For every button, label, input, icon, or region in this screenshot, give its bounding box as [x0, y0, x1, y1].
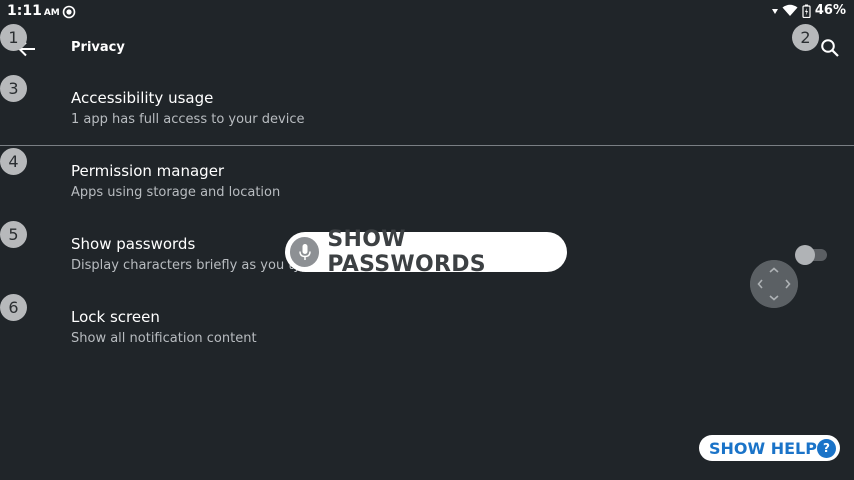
setting-lock-screen[interactable]: Lock screen Show all notification conten…	[0, 291, 854, 364]
status-right: 46%	[771, 3, 846, 18]
show-help-button[interactable]: SHOW HELP ?	[699, 435, 840, 461]
label-badge-2: 2	[792, 24, 819, 51]
status-bar: 1:11 AM 46%	[0, 0, 854, 24]
show-help-label: SHOW HELP	[709, 438, 817, 458]
label-badge-6: 6	[0, 294, 27, 321]
page-title: Privacy	[71, 40, 125, 55]
mic-icon[interactable]	[290, 237, 320, 267]
setting-accessibility-usage[interactable]: Accessibility usage 1 app has full acces…	[0, 72, 854, 145]
setting-title: Permission manager	[71, 162, 225, 180]
setting-title: Show passwords	[71, 235, 196, 253]
help-question-icon: ?	[817, 438, 836, 458]
setting-subtitle: Display characters briefly as you typ	[71, 258, 310, 273]
battery-icon	[802, 4, 811, 18]
setting-title: Accessibility usage	[71, 89, 214, 107]
setting-subtitle: Show all notification content	[71, 331, 257, 346]
setting-permission-manager[interactable]: Permission manager Apps using storage an…	[0, 145, 854, 218]
label-badge-3: 3	[0, 75, 27, 102]
app-bar: Privacy	[0, 24, 854, 72]
status-time: 1:11 AM	[7, 3, 60, 19]
voice-command-text: SHOW PASSWORDS	[327, 227, 486, 277]
dpad-control[interactable]	[750, 260, 798, 308]
signal-icon	[771, 8, 778, 14]
label-badge-5: 5	[0, 221, 27, 248]
show-passwords-toggle[interactable]	[795, 245, 815, 265]
setting-title: Lock screen	[71, 308, 160, 326]
status-time-value: 1:11	[7, 3, 42, 19]
wifi-icon	[782, 4, 798, 16]
label-badge-1: 1	[0, 24, 27, 51]
sync-icon	[62, 5, 76, 19]
setting-subtitle: Apps using storage and location	[71, 185, 281, 200]
voice-command-chip: SHOW PASSWORDS	[285, 227, 567, 277]
status-ampm: AM	[43, 8, 60, 18]
search-icon[interactable]	[820, 38, 840, 58]
setting-subtitle: 1 app has full access to your device	[71, 112, 305, 127]
label-badge-4: 4	[0, 148, 27, 175]
battery-percent: 46%	[814, 3, 846, 18]
